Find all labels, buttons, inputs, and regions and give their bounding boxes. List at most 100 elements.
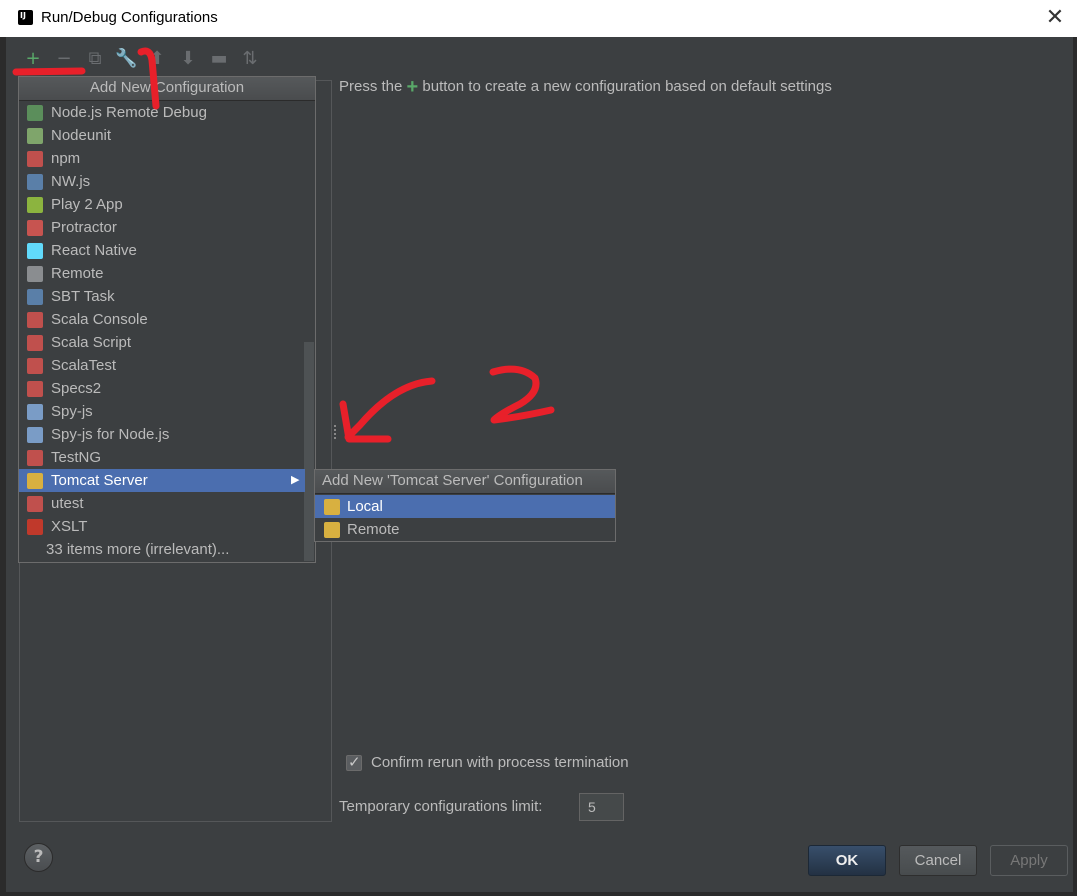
- scala-script-icon: [27, 335, 43, 351]
- popup-item-label: utest: [51, 495, 84, 512]
- popup-item[interactable]: Spy-js: [19, 400, 305, 423]
- copy-icon[interactable]: ⧉: [84, 48, 106, 70]
- popup-item[interactable]: ScalaTest: [19, 354, 305, 377]
- remote-icon: [27, 266, 43, 282]
- annotation-number-two: [489, 365, 555, 424]
- submenu-item-label: Remote: [347, 521, 400, 538]
- popup-item-label: TestNG: [51, 449, 102, 466]
- popup-item[interactable]: 33 items more (irrelevant)...: [19, 538, 305, 561]
- popup-item[interactable]: SBT Task: [19, 285, 305, 308]
- popup-item[interactable]: Spy-js for Node.js: [19, 423, 305, 446]
- popup-item[interactable]: TestNG: [19, 446, 305, 469]
- annotation-underline-add: [12, 67, 86, 76]
- folder-icon[interactable]: ▬: [208, 48, 230, 70]
- add-icon[interactable]: +: [22, 48, 44, 70]
- popup-item[interactable]: NW.js: [19, 170, 305, 193]
- popup-item[interactable]: Specs2: [19, 377, 305, 400]
- help-button[interactable]: ?: [24, 843, 53, 872]
- protractor-icon: [27, 220, 43, 236]
- popup-item-label: Protractor: [51, 219, 117, 236]
- empty-hint: Press the + button to create a new confi…: [339, 76, 832, 99]
- popup-item-label: XSLT: [51, 518, 88, 535]
- close-icon[interactable]: ✕: [1041, 4, 1069, 32]
- hint-text-before: Press the: [339, 78, 403, 95]
- confirm-rerun-label: Confirm rerun with process termination: [371, 754, 629, 771]
- popup-item[interactable]: Protractor: [19, 216, 305, 239]
- popup-item[interactable]: utest: [19, 492, 305, 515]
- panel-splitter[interactable]: [333, 425, 338, 441]
- popup-item-label: Nodeunit: [51, 127, 112, 144]
- nwjs-icon: [27, 174, 43, 190]
- edit-defaults-icon[interactable]: 🔧: [115, 48, 137, 70]
- react-icon: [27, 243, 43, 259]
- popup-title: Add New Configuration: [19, 77, 315, 101]
- temp-limit-input[interactable]: 5: [579, 793, 624, 821]
- intellij-app-icon: [18, 10, 33, 25]
- popup-item-label: 33 items more (irrelevant)...: [46, 541, 230, 558]
- submenu-title: Add New 'Tomcat Server' Configuration: [315, 470, 615, 494]
- apply-button[interactable]: Apply: [990, 845, 1068, 876]
- popup-item-label: Spy-js for Node.js: [51, 426, 170, 443]
- tomcat-icon: [27, 473, 43, 489]
- confirm-rerun-checkbox[interactable]: [346, 753, 362, 771]
- spyjs-icon: [27, 404, 43, 420]
- popup-item-label: React Native: [51, 242, 137, 259]
- popup-item[interactable]: XSLT: [19, 515, 305, 538]
- popup-item-label: Specs2: [51, 380, 102, 397]
- nodeunit-icon: [27, 128, 43, 144]
- move-up-icon[interactable]: ⬆: [146, 48, 168, 70]
- testng-icon: [27, 450, 43, 466]
- popup-item-label: ScalaTest: [51, 357, 117, 374]
- window-title: Run/Debug Configurations: [41, 9, 218, 26]
- popup-item-label: npm: [51, 150, 81, 167]
- window-edge-bottom: [0, 892, 1077, 896]
- spyjs-node-icon: [27, 427, 43, 443]
- sort-icon[interactable]: ⇅: [239, 48, 261, 70]
- npm-icon: [27, 151, 43, 167]
- title-bar: Run/Debug Configurations ✕: [0, 0, 1077, 37]
- submenu-item-remote[interactable]: Remote: [315, 518, 615, 541]
- popup-item-label: Scala Script: [51, 334, 132, 351]
- temp-limit-label: Temporary configurations limit:: [339, 798, 543, 815]
- window-edge-right: [1073, 37, 1077, 896]
- popup-item[interactable]: Scala Script: [19, 331, 305, 354]
- plus-icon: +: [406, 76, 419, 98]
- ok-button[interactable]: OK: [808, 845, 886, 876]
- scala-console-icon: [27, 312, 43, 328]
- popup-item-label: Tomcat Server: [51, 472, 148, 489]
- sbt-icon: [27, 289, 43, 305]
- add-configuration-popup: Add New Configuration Node.js Remote Deb…: [18, 76, 316, 563]
- popup-item[interactable]: Nodeunit: [19, 124, 305, 147]
- popup-item-label: Spy-js: [51, 403, 93, 420]
- popup-item[interactable]: Play 2 App: [19, 193, 305, 216]
- submenu-arrow-icon: ▶: [291, 474, 300, 486]
- submenu-item-local[interactable]: Local: [315, 495, 615, 518]
- popup-item-label: Node.js Remote Debug: [51, 104, 207, 121]
- popup-item[interactable]: npm: [19, 147, 305, 170]
- tomcat-submenu: Add New 'Tomcat Server' Configuration Lo…: [314, 469, 616, 542]
- scalatest-icon: [27, 358, 43, 374]
- popup-scrollbar-thumb[interactable]: [304, 342, 314, 561]
- hint-text-after: button to create a new configuration bas…: [422, 78, 832, 95]
- tomcat-icon: [324, 522, 340, 538]
- play-icon: [27, 197, 43, 213]
- specs2-icon: [27, 381, 43, 397]
- cancel-button[interactable]: Cancel: [899, 845, 977, 876]
- remove-icon[interactable]: −: [53, 48, 75, 70]
- popup-item-label: NW.js: [51, 173, 91, 190]
- popup-item-label: SBT Task: [51, 288, 115, 305]
- popup-item-label: Remote: [51, 265, 104, 282]
- xslt-icon: [27, 519, 43, 535]
- popup-item-label: Play 2 App: [51, 196, 123, 213]
- popup-item[interactable]: React Native: [19, 239, 305, 262]
- popup-item[interactable]: Node.js Remote Debug: [19, 101, 305, 124]
- popup-item[interactable]: Tomcat Server ▶: [19, 469, 305, 492]
- popup-item[interactable]: Remote: [19, 262, 305, 285]
- move-down-icon[interactable]: ⬇: [177, 48, 199, 70]
- popup-item[interactable]: Scala Console: [19, 308, 305, 331]
- submenu-item-label: Local: [347, 498, 383, 515]
- nodejs-debug-icon: [27, 105, 43, 121]
- tomcat-icon: [324, 499, 340, 515]
- annotation-arrow: [339, 377, 436, 443]
- window-edge-left: [0, 37, 6, 896]
